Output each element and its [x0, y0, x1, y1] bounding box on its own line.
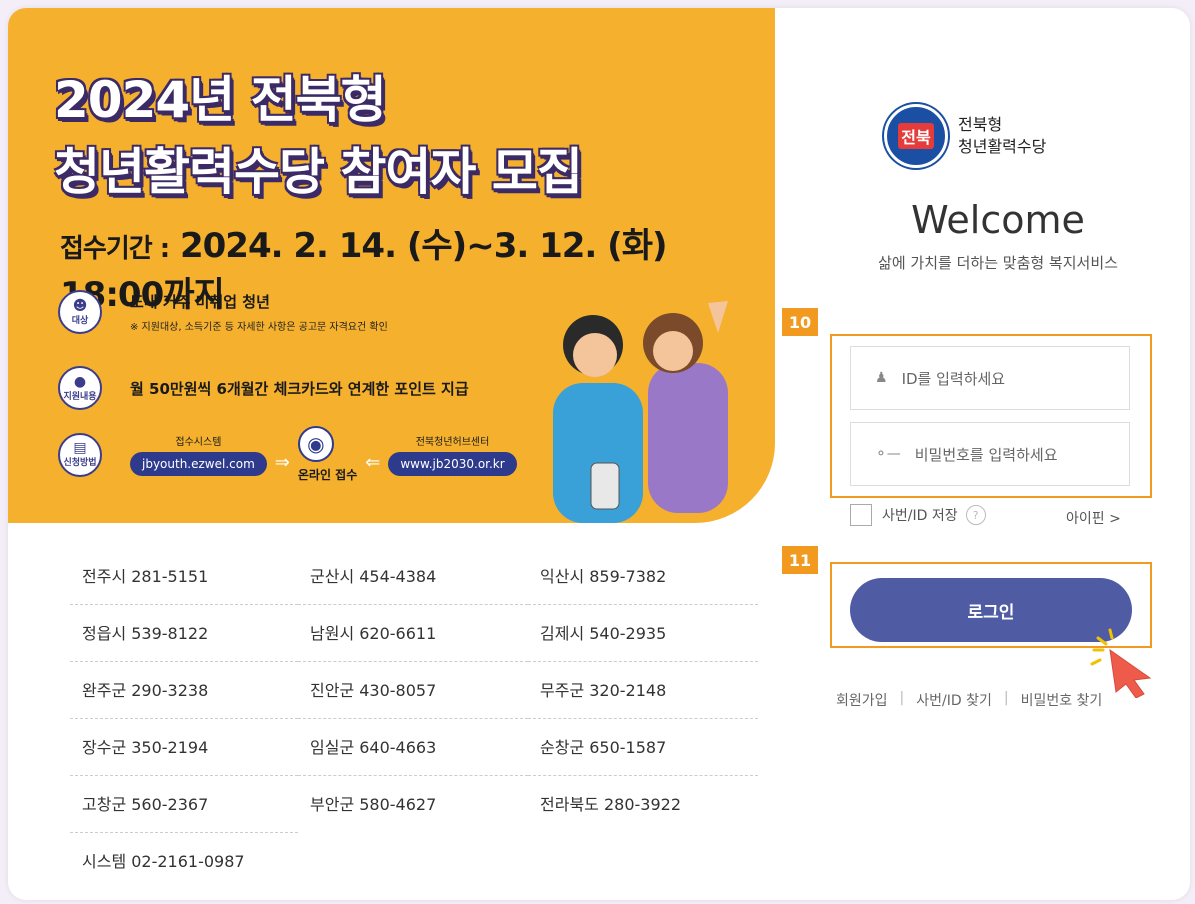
- id-placeholder: ID를 입력하세요: [901, 369, 1006, 388]
- contact-cell: 고창군 560-2367: [70, 776, 298, 833]
- ipin-link[interactable]: 아이핀 >: [1066, 508, 1121, 528]
- banner-title-line2: 청년활력수당 참여자 모집: [54, 143, 583, 201]
- contact-cell: 진안군 430-8057: [298, 662, 528, 719]
- youth-illustration: [553, 301, 728, 523]
- table-row: 시스템 02-2161-0987: [70, 833, 770, 890]
- system-url: jbyouth.ezwel.com: [130, 452, 267, 476]
- target-row: ☻ 대상 도내 거주 미취업 청년 ※ 지원대상, 소득기준 등 자세한 사항은…: [58, 290, 388, 334]
- welcome-subtitle: 삶에 가치를 더하는 맞춤형 복지서비스: [878, 254, 1118, 272]
- arrow-right-icon: ⇒: [274, 452, 290, 473]
- password-placeholder: 비밀번호를 입력하세요: [914, 445, 1058, 464]
- main-card: 2024년 전북형 청년활력수당 참여자 모집 접수기간 : 2024. 2. …: [8, 8, 1190, 900]
- contact-cell: 무주군 320-2148: [528, 662, 758, 719]
- target-main: 도내 거주 미취업 청년: [130, 293, 270, 311]
- center-label: 전북청년허브센터: [415, 437, 490, 448]
- contact-cell: 군산시 454-4384: [298, 548, 528, 605]
- account-links: 회원가입 | 사번/ID 찾기 | 비밀번호 찾기: [836, 690, 1102, 710]
- key-icon: ⚬—: [875, 446, 901, 462]
- contact-cell: 임실군 640-4663: [298, 719, 528, 776]
- logo-line1: 전북형: [958, 115, 1003, 134]
- jeonbuk-seal-icon: 전북: [884, 104, 948, 168]
- divider: |: [899, 690, 905, 706]
- apply-row: ▤ 신청방법 접수시스템 jbyouth.ezwel.com ⇒ ◉ 온라인 접…: [58, 426, 517, 483]
- support-main: 월 50만원씩 6개월간 체크카드와 연계한 포인트 지급: [130, 379, 469, 398]
- pointer-cursor-icon: [1090, 628, 1152, 698]
- contact-cell: 익산시 859-7382: [528, 548, 758, 605]
- step-badge-10: 10: [782, 308, 818, 336]
- target-icon: ☻ 대상: [58, 290, 102, 334]
- signup-link[interactable]: 회원가입: [836, 690, 888, 710]
- table-row: 장수군 350-2194 임실군 640-4663 순창군 650-1587: [70, 719, 770, 776]
- find-id-link[interactable]: 사번/ID 찾기: [916, 690, 992, 710]
- target-icon-label: 대상: [71, 315, 89, 326]
- divider: |: [1003, 690, 1009, 706]
- contact-list: 전주시 281-5151 군산시 454-4384 익산시 859-7382 정…: [70, 548, 770, 890]
- online-label: 온라인 접수: [297, 468, 358, 482]
- table-row: 고창군 560-2367 부안군 580-4627 전라북도 280-3922: [70, 776, 770, 833]
- banner-title-line1: 2024년 전북형: [54, 71, 387, 129]
- password-field[interactable]: ⚬— 비밀번호를 입력하세요: [850, 422, 1130, 486]
- contact-cell: 시스템 02-2161-0987: [82, 852, 245, 871]
- arrow-left-icon: ⇐: [365, 452, 381, 473]
- apply-icon: ▤ 신청방법: [58, 432, 102, 477]
- logo: 전북 전북형 청년활력수당: [884, 104, 1046, 168]
- id-field[interactable]: ♟ ID를 입력하세요: [850, 346, 1130, 410]
- help-icon[interactable]: ?: [965, 505, 986, 525]
- table-row: 전주시 281-5151 군산시 454-4384 익산시 859-7382: [70, 548, 770, 605]
- promo-banner: 2024년 전북형 청년활력수당 참여자 모집 접수기간 : 2024. 2. …: [8, 8, 775, 523]
- target-sub: ※ 지원대상, 소득기준 등 자세한 사항은 공고문 자격요건 확인: [130, 322, 388, 333]
- support-icon: ● 지원내용: [58, 366, 102, 410]
- globe-icon: ◉: [297, 426, 334, 462]
- contact-cell: 김제시 540-2935: [528, 605, 758, 662]
- contact-cell: 전주시 281-5151: [70, 548, 298, 605]
- apply-icon-label: 신청방법: [63, 458, 97, 468]
- support-icon-label: 지원내용: [63, 391, 97, 402]
- center-url: www.jb2030.or.kr: [388, 452, 517, 476]
- contact-cell: 순창군 650-1587: [528, 719, 758, 776]
- contact-cell: 부안군 580-4627: [310, 795, 437, 814]
- checkbox-box[interactable]: [850, 504, 872, 526]
- find-password-link[interactable]: 비밀번호 찾기: [1021, 690, 1103, 710]
- contact-cell: 전라북도 280-3922: [540, 795, 681, 814]
- period-label: 접수기간 :: [60, 234, 170, 264]
- step-badge-11: 11: [782, 546, 818, 574]
- table-row: 완주군 290-3238 진안군 430-8057 무주군 320-2148: [70, 662, 770, 719]
- save-id-label: 사번/ID 저장: [882, 508, 958, 524]
- support-row: ● 지원내용 월 50만원씩 6개월간 체크카드와 연계한 포인트 지급: [58, 366, 469, 410]
- contact-cell: 완주군 290-3238: [70, 662, 298, 719]
- system-label: 접수시스템: [175, 437, 222, 448]
- welcome-heading: Welcome: [911, 198, 1085, 242]
- user-icon: ♟: [875, 370, 888, 386]
- contact-cell: 정읍시 539-8122: [70, 605, 298, 662]
- save-id-checkbox[interactable]: 사번/ID 저장 ?: [850, 504, 986, 526]
- contact-cell: 남원시 620-6611: [298, 605, 528, 662]
- seal-text: 전북: [898, 123, 934, 149]
- contact-cell: 장수군 350-2194: [70, 719, 298, 776]
- table-row: 정읍시 539-8122 남원시 620-6611 김제시 540-2935: [70, 605, 770, 662]
- logo-line2: 청년활력수당: [958, 137, 1047, 156]
